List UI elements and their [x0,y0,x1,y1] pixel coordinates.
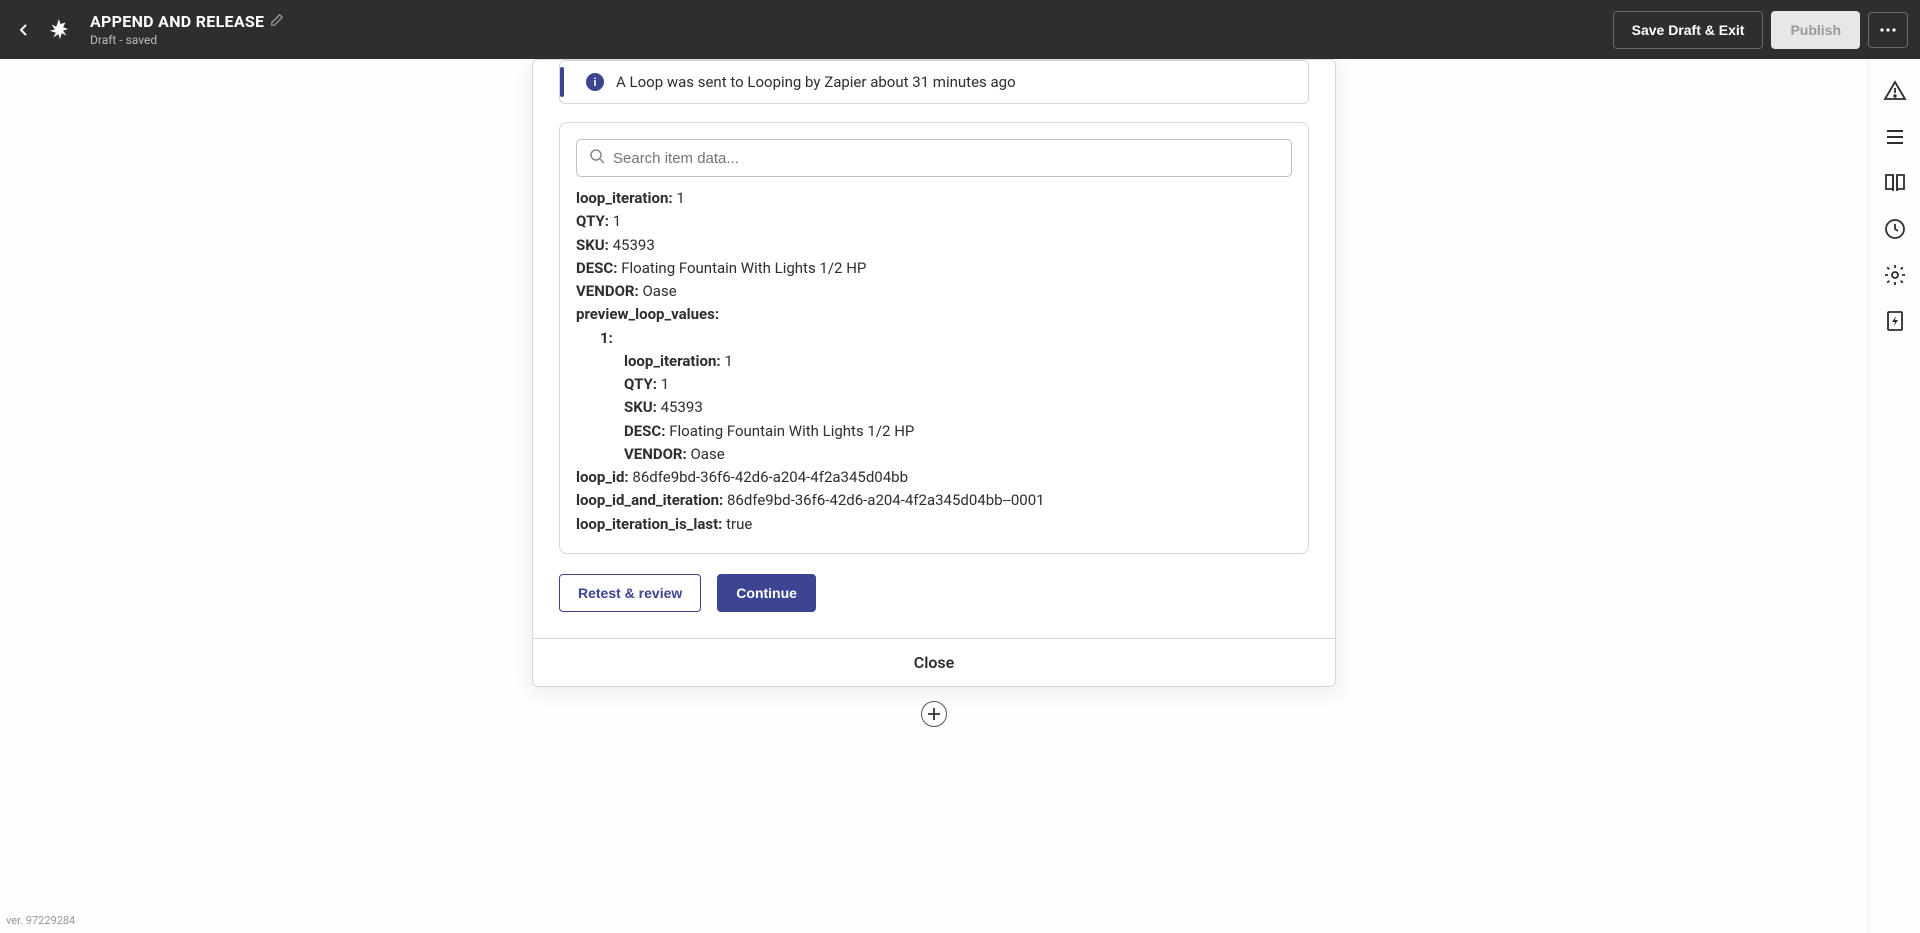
data-row: loop_iteration_is_last: true [576,513,1284,536]
retest-button[interactable]: Retest & review [559,574,701,612]
data-scroll[interactable]: loop_iteration: 1 QTY: 1 SKU: 45393 DESC… [576,187,1292,537]
data-row: loop_id_and_iteration: 86dfe9bd-36f6-42d… [576,489,1284,512]
draft-status: Draft - saved [90,33,284,47]
title-block: APPEND AND RELEASE Draft - saved [90,12,284,47]
data-row: loop_id: 86dfe9bd-36f6-42d6-a204-4f2a345… [576,466,1284,489]
data-row: VENDOR: Oase [576,443,1284,466]
search-wrapper [576,139,1292,177]
add-step-button[interactable] [921,701,947,727]
data-row: DESC: Floating Fountain With Lights 1/2 … [576,257,1284,280]
outline-icon[interactable] [1883,125,1907,149]
continue-button[interactable]: Continue [717,574,816,612]
right-toolbar [1868,59,1920,933]
settings-icon[interactable] [1883,263,1907,287]
guide-icon[interactable] [1883,171,1907,195]
publish-button[interactable]: Publish [1771,11,1860,49]
alert-icon[interactable] [1883,79,1907,103]
data-row: loop_iteration: 1 [576,350,1284,373]
save-draft-button[interactable]: Save Draft & Exit [1613,11,1764,49]
data-row: VENDOR: Oase [576,280,1284,303]
test-data-panel: loop_iteration: 1 QTY: 1 SKU: 45393 DESC… [559,122,1309,554]
step-actions: Retest & review Continue [559,574,1309,612]
data-row: SKU: 45393 [576,396,1284,419]
data-row: preview_loop_values: [576,303,1284,326]
search-icon [589,148,605,168]
version-label: ver. 97229284 [6,914,75,927]
header-right: Save Draft & Exit Publish [1613,11,1908,49]
info-icon: i [586,73,604,91]
data-row: loop_iteration_last: 1 [576,536,1284,537]
step-card: i A Loop was sent to Looping by Zapier a… [532,59,1336,687]
app-header: APPEND AND RELEASE Draft - saved Save Dr… [0,0,1920,59]
chevron-left-icon [16,22,32,38]
info-banner-text: A Loop was sent to Looping by Zapier abo… [616,73,1016,91]
zapier-logo-icon [48,19,70,41]
dots-horizontal-icon [1879,21,1897,39]
header-left: APPEND AND RELEASE Draft - saved [12,12,284,47]
data-row: 1: [576,327,1284,350]
editor-canvas[interactable]: i A Loop was sent to Looping by Zapier a… [0,59,1868,933]
data-row: DESC: Floating Fountain With Lights 1/2 … [576,420,1284,443]
history-icon[interactable] [1883,217,1907,241]
edit-title-icon[interactable] [270,12,284,31]
more-menu-button[interactable] [1868,12,1908,48]
search-input[interactable] [613,150,1279,167]
data-row: QTY: 1 [576,210,1284,233]
data-row: loop_iteration: 1 [576,187,1284,210]
power-icon[interactable] [1883,309,1907,333]
main-area: i A Loop was sent to Looping by Zapier a… [0,59,1920,933]
data-row: QTY: 1 [576,373,1284,396]
data-row: SKU: 45393 [576,234,1284,257]
close-button[interactable]: Close [533,638,1335,686]
back-button[interactable] [12,18,36,42]
info-banner: i A Loop was sent to Looping by Zapier a… [559,60,1309,104]
plus-icon [927,707,941,721]
zap-title: APPEND AND RELEASE [90,12,264,31]
